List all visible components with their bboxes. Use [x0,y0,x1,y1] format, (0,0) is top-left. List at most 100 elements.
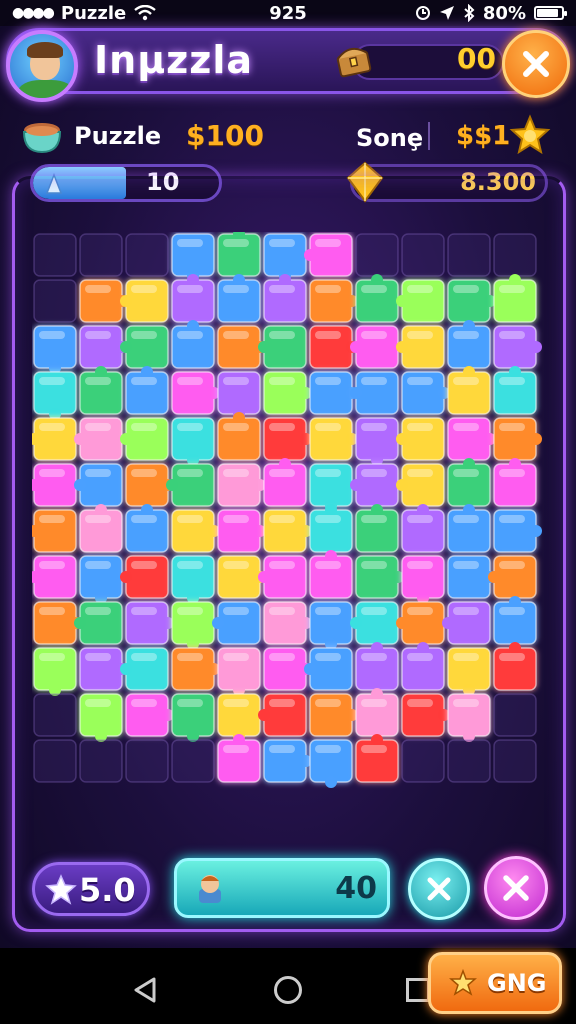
puzzle-piece[interactable] [120,647,169,691]
puzzle-piece[interactable] [263,739,312,783]
puzzle-piece[interactable] [309,279,358,323]
star-score-button[interactable]: 5.0 [32,862,150,916]
puzzle-piece[interactable] [396,325,445,369]
puzzle-piece[interactable] [447,693,491,742]
puzzle-piece[interactable] [309,550,353,599]
puzzle-piece[interactable] [33,325,77,374]
back-icon[interactable] [132,976,158,1004]
puzzle-piece[interactable] [171,417,215,466]
puzzle-piece[interactable] [120,417,169,461]
puzzle-piece[interactable] [171,371,220,415]
puzzle-piece[interactable] [350,371,399,415]
puzzle-piece[interactable] [309,504,353,553]
puzzle-piece[interactable] [401,555,445,604]
puzzle-piece[interactable] [447,647,491,696]
puzzle-piece[interactable] [79,693,123,742]
puzzle-piece[interactable] [309,693,358,737]
puzzle-piece[interactable] [493,366,537,415]
puzzle-piece[interactable] [493,458,537,507]
puzzle-piece[interactable] [263,601,312,645]
puzzle-piece[interactable] [171,693,215,742]
puzzle-piece[interactable] [263,458,307,507]
puzzle-piece[interactable] [79,366,123,415]
puzzle-piece[interactable] [171,601,215,650]
puzzle-piece[interactable] [309,417,358,461]
puzzle-piece[interactable] [350,463,399,507]
puzzle-piece[interactable] [488,555,537,599]
puzzle-piece[interactable] [32,509,77,553]
puzzle-piece[interactable] [350,325,399,369]
puzzle-piece[interactable] [32,417,77,461]
puzzle-piece[interactable] [493,509,542,553]
puzzle-piece[interactable] [263,371,312,415]
puzzle-piece[interactable] [33,693,77,737]
puzzle-piece[interactable] [171,274,215,323]
puzzle-piece[interactable] [166,463,215,507]
puzzle-piece[interactable] [171,555,215,604]
puzzle-piece[interactable] [217,734,261,783]
puzzle-piece[interactable] [447,417,496,461]
puzzle-piece[interactable] [217,412,261,461]
puzzle-piece[interactable] [79,555,123,604]
puzzle-piece[interactable] [355,504,399,553]
puzzle-piece[interactable] [401,642,445,691]
puzzle-piece[interactable] [304,647,353,691]
puzzle-piece[interactable] [258,693,307,737]
puzzle-piece[interactable] [447,320,491,369]
puzzle-piece[interactable] [120,279,169,323]
puzzle-piece[interactable] [447,504,491,553]
puzzle-grid[interactable] [32,232,544,804]
puzzle-piece[interactable] [74,417,123,461]
puzzle-piece[interactable] [79,504,123,553]
puzzle-piece[interactable] [401,371,450,415]
puzzle-piece[interactable] [355,734,399,783]
puzzle-piece[interactable] [120,325,169,369]
puzzle-piece[interactable] [447,279,496,323]
puzzle-piece[interactable] [171,647,220,691]
puzzle-piece[interactable] [396,417,445,461]
puzzle-piece[interactable] [401,233,445,277]
puzzle-piece[interactable] [74,601,123,645]
recent-apps-icon[interactable] [406,978,430,1002]
puzzle-piece[interactable] [263,417,312,461]
puzzle-piece[interactable] [447,739,491,783]
puzzle-piece[interactable] [493,596,537,645]
puzzle-piece[interactable] [217,463,266,507]
puzzle-piece[interactable] [217,274,261,323]
puzzle-piece[interactable] [493,693,537,737]
puzzle-piece[interactable] [33,371,77,420]
puzzle-piece[interactable] [125,233,169,277]
puzzle-piece[interactable] [74,463,123,507]
puzzle-piece[interactable] [350,601,399,645]
puzzle-piece[interactable] [309,739,353,788]
puzzle-piece[interactable] [304,233,353,277]
puzzle-piece[interactable] [125,739,169,783]
puzzle-piece[interactable] [447,233,491,277]
puzzle-piece[interactable] [33,233,77,277]
puzzle-piece[interactable] [263,274,307,323]
puzzle-piece[interactable] [125,693,174,737]
puzzle-piece[interactable] [258,325,307,369]
puzzle-piece[interactable] [125,601,174,645]
puzzle-piece[interactable] [355,417,399,466]
puzzle-board[interactable] [32,232,544,804]
puzzle-piece[interactable] [396,463,445,507]
puzzle-piece[interactable] [171,739,215,783]
puzzle-piece[interactable] [217,647,261,696]
puzzle-piece[interactable] [493,739,537,783]
bonus-button[interactable]: GNG [428,952,562,1014]
puzzle-piece[interactable] [493,233,537,277]
puzzle-piece[interactable] [258,555,307,599]
puzzle-piece[interactable] [171,320,215,369]
puzzle-piece[interactable] [32,463,77,507]
cancel-button-teal[interactable] [408,858,470,920]
home-icon[interactable] [274,976,302,1004]
puzzle-piece[interactable] [355,688,399,737]
puzzle-piece[interactable] [493,642,537,691]
cancel-button-pink[interactable] [484,856,548,920]
puzzle-piece[interactable] [263,509,312,553]
player-avatar[interactable] [6,30,78,102]
puzzle-piece[interactable] [217,232,261,277]
puzzle-piece[interactable] [33,279,77,323]
puzzle-piece[interactable] [355,642,399,691]
